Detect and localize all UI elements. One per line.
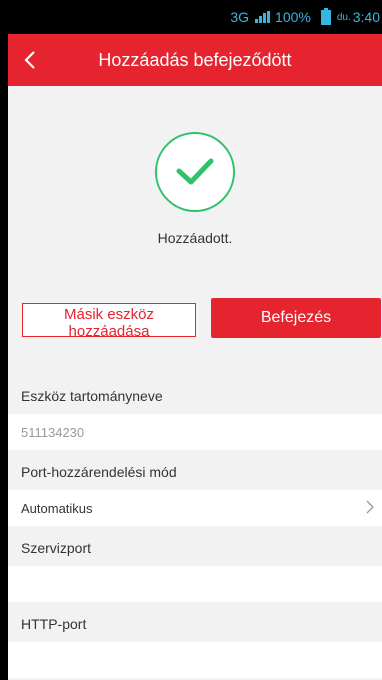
add-another-device-button[interactable]: Másik eszköz hozzáadása (22, 303, 196, 337)
status-bar: 3G 100% du. 3:40 (8, 0, 382, 34)
battery-icon (320, 7, 331, 25)
app-header: Hozzáadás befejeződött (8, 34, 382, 86)
page-title: Hozzáadás befejeződött (98, 49, 292, 70)
network-type: 3G (230, 9, 250, 25)
app-screen: 3G 100% du. 3:40 Hozzáadás befejeződött … (8, 0, 382, 680)
clock: 3:40 (352, 9, 380, 25)
result-panel: Hozzáadott. (8, 86, 382, 280)
service-port-field[interactable] (8, 566, 382, 602)
battery-percent: 100% (275, 9, 311, 25)
domain-label: Eszköz tartományneve (21, 388, 163, 404)
port-mode-label: Port-hozzárendelési mód (21, 464, 177, 480)
back-arrow-icon (24, 51, 35, 69)
port-mode-value: Automatikus (21, 500, 93, 516)
http-port-label: HTTP-port (21, 616, 87, 632)
signal-icon (255, 11, 271, 23)
domain-field[interactable]: 511134230 (8, 414, 382, 450)
time-period: du. (336, 11, 351, 23)
result-message: Hozzáadott. (157, 230, 233, 246)
chevron-right-icon (366, 500, 374, 514)
back-button[interactable] (18, 46, 42, 74)
http-port-field[interactable] (8, 642, 382, 678)
success-check-icon (155, 132, 235, 212)
action-buttons: Másik eszköz hozzáadása Befejezés (8, 280, 382, 374)
service-port-label: Szervizport (21, 540, 92, 556)
port-mode-select[interactable]: Automatikus (8, 490, 382, 526)
finish-button[interactable]: Befejezés (211, 298, 381, 338)
